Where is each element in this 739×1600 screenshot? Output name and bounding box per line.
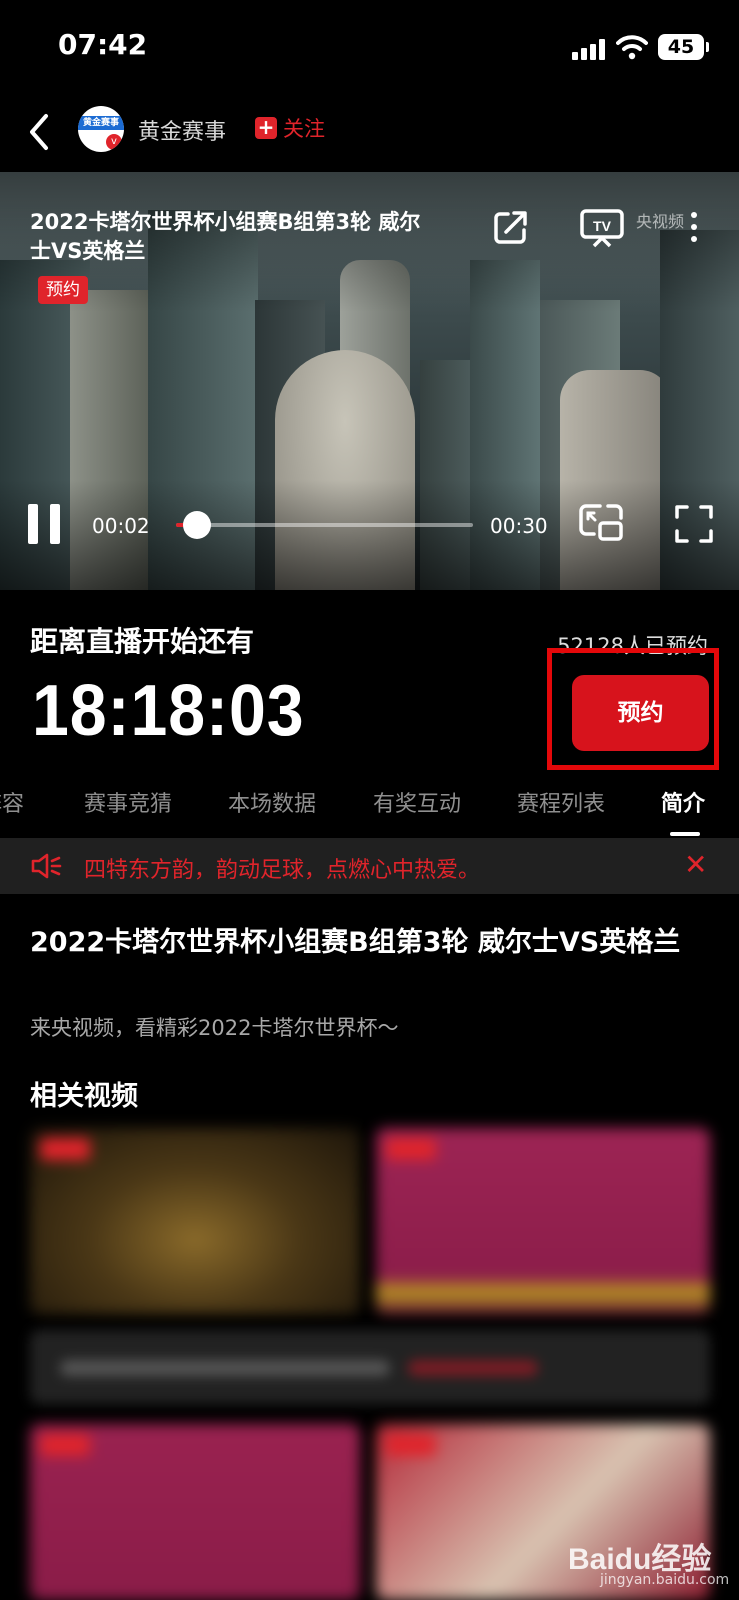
tv-cast-icon[interactable]: TV [580, 208, 624, 248]
more-icon[interactable] [688, 208, 700, 248]
tab-schedule[interactable]: 赛程列表 [517, 786, 605, 818]
video-title: 2022卡塔尔世界杯小组赛B组第3轮 威尔士VS英格兰 [30, 210, 421, 263]
duration-time: 00:30 [490, 514, 548, 538]
tab-lineup[interactable]: 阵容 [0, 786, 24, 818]
share-icon[interactable] [492, 208, 530, 246]
card-tag [40, 1138, 90, 1160]
progress-knob[interactable] [182, 511, 211, 539]
follow-button[interactable]: + 关注 [255, 113, 325, 143]
card-tag [386, 1434, 436, 1456]
signal-icon [572, 38, 606, 60]
baidu-watermark-url: jingyan.baidu.com [600, 1572, 730, 1588]
speaker-icon [31, 853, 62, 879]
status-time: 07:42 [58, 28, 148, 61]
svg-text:TV: TV [593, 218, 612, 234]
related-videos-heading: 相关视频 [30, 1081, 138, 1112]
battery-icon: 45 [658, 34, 709, 60]
tab-intro[interactable]: 简介 [661, 786, 705, 818]
blurred-text [408, 1360, 538, 1376]
wifi-icon [616, 35, 648, 60]
tab-bar: 阵容 赛事竞猜 本场数据 有奖互动 赛程列表 简介 [0, 770, 739, 836]
fullscreen-icon[interactable] [674, 504, 714, 544]
close-icon[interactable]: ✕ [684, 848, 707, 881]
pause-icon[interactable] [28, 504, 62, 544]
channel-name[interactable]: 黄金赛事 [138, 114, 226, 146]
tab-match-stats[interactable]: 本场数据 [228, 786, 316, 818]
active-tab-indicator [670, 832, 700, 836]
intro-description: 来央视频，看精彩2022卡塔尔世界杯～ [30, 1016, 399, 1040]
status-bar: 07:42 45 [0, 0, 739, 96]
countdown-label: 距离直播开始还有 [30, 625, 255, 658]
related-list-item[interactable] [30, 1330, 710, 1404]
follow-label: 关注 [283, 117, 325, 141]
channel-avatar[interactable]: 黄金赛事 v [78, 106, 124, 152]
tab-prediction[interactable]: 赛事竞猜 [84, 786, 172, 818]
notice-text: 四特东方韵，韵动足球，点燃心中热爱。 [84, 858, 481, 883]
back-icon[interactable] [22, 110, 56, 154]
plus-icon: + [255, 117, 277, 139]
related-video-card[interactable] [30, 1128, 360, 1314]
related-video-card[interactable] [376, 1128, 710, 1314]
picture-in-picture-icon[interactable] [578, 502, 624, 542]
blurred-text [60, 1360, 390, 1376]
reservation-tag: 预约 [38, 276, 88, 304]
countdown-timer: 18:18:03 [32, 671, 305, 751]
video-watermark: 央视频 [636, 212, 685, 231]
notice-bar: 四特东方韵，韵动足球，点燃心中热爱。 ✕ [0, 838, 739, 894]
related-video-card[interactable] [30, 1424, 360, 1600]
channel-header: 黄金赛事 v 黄金赛事 + 关注 [0, 96, 739, 170]
video-player[interactable]: 2022卡塔尔世界杯小组赛B组第3轮 威尔士VS英格兰 预约 TV 央视频 00… [0, 172, 739, 590]
verified-badge-icon: v [106, 134, 122, 150]
avatar-logo-text: 黄金赛事 [78, 116, 124, 130]
intro-title: 2022卡塔尔世界杯小组赛B组第3轮 威尔士VS英格兰 [30, 927, 681, 958]
tab-interaction[interactable]: 有奖互动 [373, 786, 461, 818]
current-time: 00:02 [92, 514, 150, 538]
card-tag [40, 1434, 90, 1456]
reserve-button[interactable]: 预约 [572, 675, 709, 751]
progress-bar[interactable] [176, 511, 473, 539]
card-tag [386, 1138, 436, 1160]
